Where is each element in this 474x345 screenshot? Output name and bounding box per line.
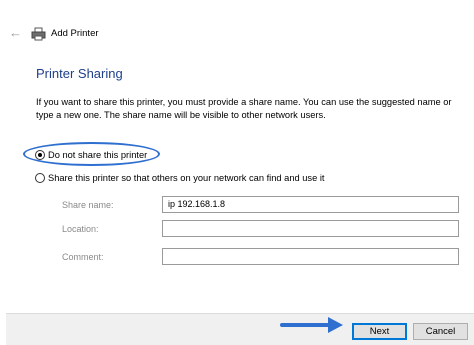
comment-field[interactable] bbox=[162, 248, 459, 265]
share-radio[interactable] bbox=[35, 173, 45, 183]
do-not-share-label: Do not share this printer bbox=[48, 150, 148, 160]
annotation-arrow-icon bbox=[280, 317, 343, 333]
share-name-field[interactable]: ip 192.168.1.8 bbox=[162, 196, 459, 213]
page-heading: Printer Sharing bbox=[36, 66, 123, 81]
comment-label: Comment: bbox=[62, 252, 104, 262]
location-field[interactable] bbox=[162, 220, 459, 237]
do-not-share-radio[interactable] bbox=[35, 150, 45, 160]
do-not-share-option[interactable]: Do not share this printer bbox=[35, 150, 147, 160]
share-option[interactable]: Share this printer so that others on you… bbox=[35, 173, 324, 183]
back-arrow-icon[interactable]: ← bbox=[9, 26, 25, 40]
dialog-footer: Next Cancel bbox=[6, 313, 474, 345]
title-bar: ← Add Printer bbox=[0, 0, 474, 60]
printer-icon bbox=[31, 27, 46, 41]
location-label: Location: bbox=[62, 224, 99, 234]
next-button[interactable]: Next bbox=[352, 323, 407, 340]
cancel-button[interactable]: Cancel bbox=[413, 323, 468, 340]
share-label: Share this printer so that others on you… bbox=[48, 173, 325, 183]
share-name-label: Share name: bbox=[62, 200, 114, 210]
window-title: Add Printer bbox=[51, 28, 99, 39]
page-description: If you want to share this printer, you m… bbox=[36, 97, 452, 120]
